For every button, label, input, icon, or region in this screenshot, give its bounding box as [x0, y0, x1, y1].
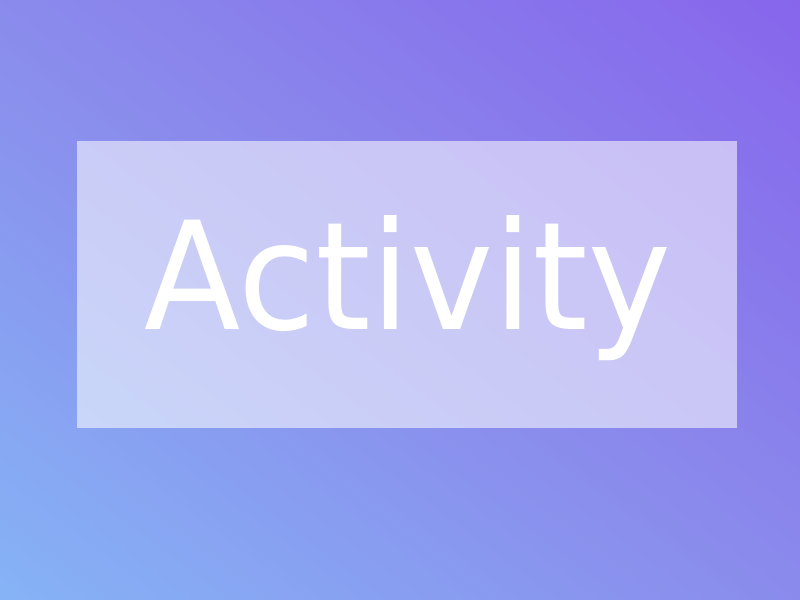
title-panel: Activity — [77, 141, 737, 428]
page-background: { "title": { "text": "Activity" }, "colo… — [0, 0, 800, 600]
activity-title: Activity — [143, 190, 671, 365]
